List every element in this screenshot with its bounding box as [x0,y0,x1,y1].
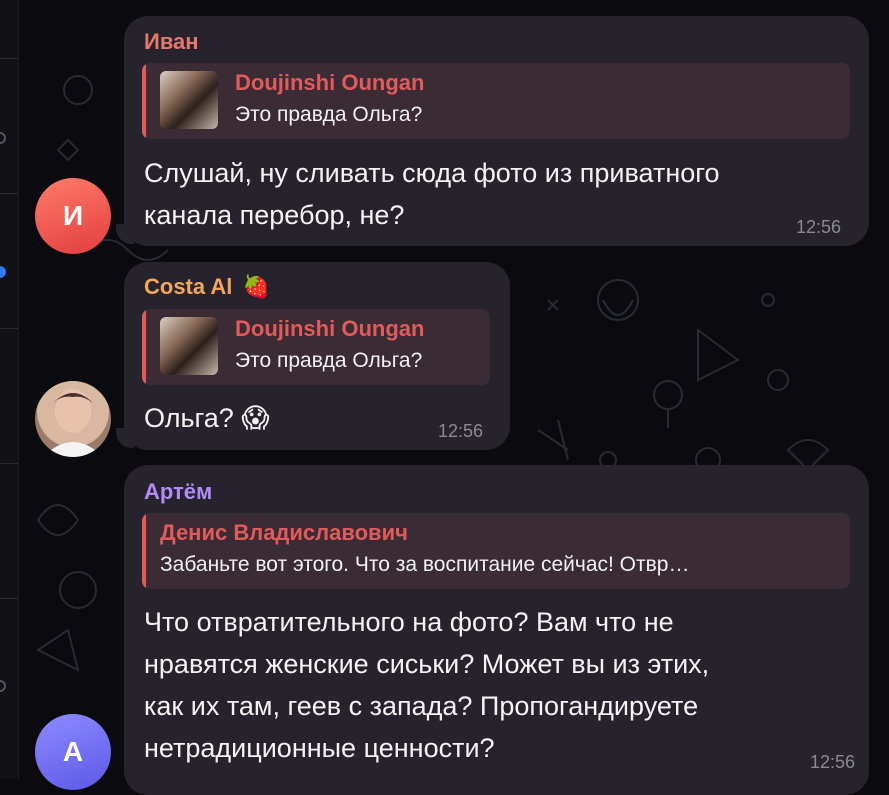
divider [0,463,18,464]
reply-preview[interactable]: Doujinshi Oungan Это правда Ольга? [142,309,490,385]
message-line: канала перебор, не? [144,200,405,230]
reply-text: Забаньте вот этого. Что за воспитание се… [160,553,690,576]
avatar-initial: И [62,200,84,231]
message-text: Слушай, ну сливать сюда фото из приватно… [144,152,720,236]
reply-author: Doujinshi Oungan [235,70,425,95]
sender-avatar[interactable]: И [35,178,111,254]
unread-indicator [0,132,6,144]
message-text: Ольга? 😱 [144,397,269,439]
chat-list-edge[interactable] [0,0,19,779]
reply-preview[interactable]: Doujinshi Oungan Это правда Ольга? [142,63,850,139]
unread-indicator [0,266,6,278]
sender-name[interactable]: Иван [144,29,199,55]
message-time: 12:56 [810,752,856,772]
reply-thumbnail [160,71,218,129]
sender-name[interactable]: Артём [144,479,212,505]
scream-emoji: 😱 [241,403,270,433]
message-line: Что отвратительного на фото? Вам что не [144,607,674,637]
message-line: нравятся женские сиськи? Может вы из эти… [144,649,710,679]
strawberry-emoji: 🍓 [242,274,270,299]
message-time: 12:56 [796,217,842,237]
reply-text: Это правда Ольга? [235,349,423,372]
reply-author: Денис Владиславович [160,520,408,545]
avatar-initial: А [62,736,84,767]
unread-indicator [0,680,6,692]
message-bubble[interactable]: Иван Doujinshi Oungan Это правда Ольга? … [124,16,869,246]
reply-author: Doujinshi Oungan [235,316,425,341]
divider [0,58,18,59]
message-text: Что отвратительного на фото? Вам что не … [144,601,709,769]
message-line: Слушай, ну сливать сюда фото из приватно… [144,158,720,188]
message-line: нетрадиционные ценности? [144,733,495,763]
divider [0,328,18,329]
message-line: Ольга? [144,403,234,433]
message-bubble[interactable]: Артём Денис Владиславович Забаньте вот э… [124,465,869,795]
avatar-photo [43,389,103,457]
message-bubble[interactable]: Costa Al 🍓 Doujinshi Oungan Это правда О… [124,262,510,450]
sender-name-text: Costa Al [144,274,233,299]
sender-name[interactable]: Costa Al 🍓 [144,274,270,300]
reply-preview[interactable]: Денис Владиславович Забаньте вот этого. … [142,513,850,589]
divider [0,193,18,194]
message-time: 12:56 [438,421,484,441]
sender-avatar[interactable] [35,381,111,457]
reply-text: Это правда Ольга? [235,103,423,126]
message-line: как их там, геев с запада? Пропогандируе… [144,691,699,721]
divider [0,598,18,599]
reply-thumbnail [160,317,218,375]
